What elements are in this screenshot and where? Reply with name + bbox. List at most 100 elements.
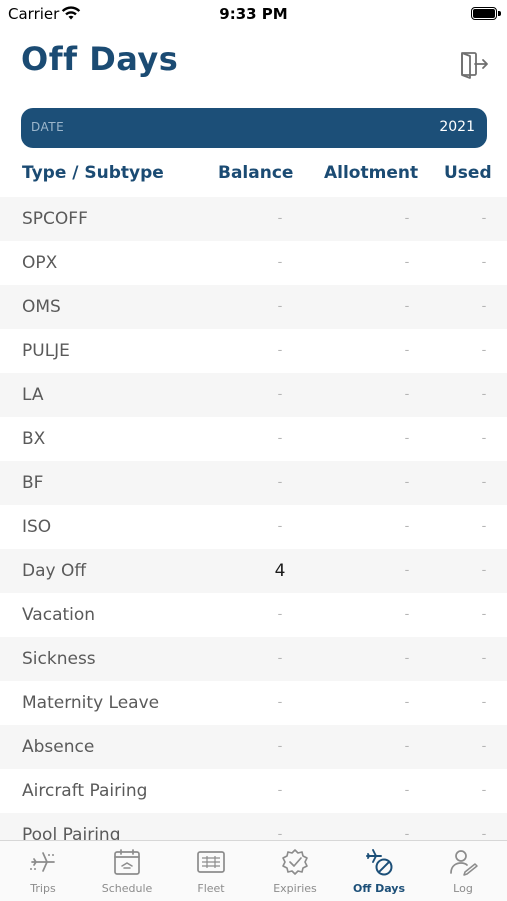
calendar-icon	[114, 849, 140, 875]
used-cell: -	[481, 431, 487, 446]
table-row: Vacation - - -	[0, 593, 507, 637]
balance-cell: -	[277, 783, 283, 798]
used-cell: -	[481, 651, 487, 666]
column-header-type: Type / Subtype	[22, 163, 164, 183]
used-cell: -	[481, 739, 487, 754]
used-cell: -	[481, 475, 487, 490]
badge-check-icon	[282, 849, 308, 875]
table-row: OMS - - -	[0, 285, 507, 329]
allotment-cell: -	[404, 607, 410, 622]
allotment-cell: -	[404, 255, 410, 270]
page-title: Off Days	[21, 40, 179, 78]
balance-cell: -	[277, 475, 283, 490]
balance-cell: -	[277, 651, 283, 666]
type-cell: BF	[22, 473, 44, 493]
date-label: DATE	[31, 120, 65, 134]
balance-cell: -	[277, 299, 283, 314]
logout-icon[interactable]	[458, 48, 490, 80]
used-cell: -	[481, 387, 487, 402]
allotment-cell: -	[404, 695, 410, 710]
person-log-icon	[450, 850, 478, 876]
tab-expiries[interactable]: Expiries	[253, 841, 337, 901]
battery-icon	[471, 7, 497, 20]
type-cell: LA	[22, 385, 44, 405]
allotment-cell: -	[404, 431, 410, 446]
table-row: OPX - - -	[0, 241, 507, 285]
tab-label: Expiries	[273, 882, 317, 895]
used-cell: -	[481, 343, 487, 358]
allotment-cell: -	[404, 211, 410, 226]
tab-log[interactable]: Log	[421, 841, 505, 901]
allotment-cell: -	[404, 387, 410, 402]
balance-cell: -	[277, 387, 283, 402]
table-row: Sickness - - -	[0, 637, 507, 681]
balance-cell: -	[277, 255, 283, 270]
column-header-used: Used	[444, 163, 492, 183]
allotment-cell: -	[404, 651, 410, 666]
type-cell: Maternity Leave	[22, 693, 160, 713]
off-days-table[interactable]: SPCOFF - - - OPX - - - OMS - - - PULJE -…	[0, 197, 507, 840]
type-cell: SPCOFF	[22, 209, 88, 229]
plane-cancel-icon	[366, 849, 393, 876]
balance-cell: -	[277, 695, 283, 710]
used-cell: -	[481, 563, 487, 578]
type-cell: OMS	[22, 297, 61, 317]
type-cell: Absence	[22, 737, 95, 757]
clock: 9:33 PM	[219, 5, 288, 23]
balance-cell: -	[277, 827, 283, 840]
allotment-cell: -	[404, 739, 410, 754]
used-cell: -	[481, 519, 487, 534]
table-row: BF - - -	[0, 461, 507, 505]
balance-cell: -	[277, 211, 283, 226]
date-selector[interactable]: DATE 2021	[21, 108, 487, 148]
type-cell: OPX	[22, 253, 58, 273]
type-cell: Vacation	[22, 605, 96, 625]
used-cell: -	[481, 255, 487, 270]
allotment-cell: -	[404, 299, 410, 314]
type-cell: ISO	[22, 517, 52, 537]
balance-cell: 4	[274, 561, 286, 581]
tab-label: Off Days	[352, 882, 406, 895]
used-cell: -	[481, 783, 487, 798]
fleet-grid-icon	[197, 851, 225, 873]
type-cell: BX	[22, 429, 46, 449]
allotment-cell: -	[404, 475, 410, 490]
type-cell: Day Off	[22, 561, 87, 581]
allotment-cell: -	[404, 783, 410, 798]
tab-label: Log	[453, 882, 473, 895]
tab-fleet[interactable]: Fleet	[169, 841, 253, 901]
tab-off-days[interactable]: Off Days	[337, 841, 421, 901]
table-row: ISO - - -	[0, 505, 507, 549]
tab-bar: Trips Schedule Fleet Expiries Off Days L…	[0, 840, 507, 901]
airplane-icon	[30, 852, 56, 872]
used-cell: -	[481, 827, 487, 840]
balance-cell: -	[277, 343, 283, 358]
table-row: Maternity Leave - - -	[0, 681, 507, 725]
used-cell: -	[481, 211, 487, 226]
allotment-cell: -	[404, 827, 410, 840]
table-row: Aircraft Pairing - - -	[0, 769, 507, 813]
type-cell: PULJE	[22, 341, 70, 361]
allotment-cell: -	[404, 563, 410, 578]
balance-cell: -	[277, 431, 283, 446]
tab-trips[interactable]: Trips	[1, 841, 85, 901]
status-bar: Carrier 9:33 PM	[0, 0, 507, 30]
type-cell: Sickness	[22, 649, 96, 669]
table-row: SPCOFF - - -	[0, 197, 507, 241]
used-cell: -	[481, 695, 487, 710]
table-row: Absence - - -	[0, 725, 507, 769]
allotment-cell: -	[404, 343, 410, 358]
tab-label: Trips	[30, 882, 56, 895]
allotment-cell: -	[404, 519, 410, 534]
table-row: PULJE - - -	[0, 329, 507, 373]
used-cell: -	[481, 607, 487, 622]
table-row: Day Off 4 - -	[0, 549, 507, 593]
balance-cell: -	[277, 519, 283, 534]
tab-schedule[interactable]: Schedule	[85, 841, 169, 901]
used-cell: -	[481, 299, 487, 314]
selected-year: 2021	[439, 119, 475, 135]
tab-label: Schedule	[101, 882, 153, 895]
type-cell: Aircraft Pairing	[22, 781, 148, 801]
table-row: Pool Pairing - - -	[0, 813, 507, 840]
column-header-allotment: Allotment	[324, 163, 419, 183]
